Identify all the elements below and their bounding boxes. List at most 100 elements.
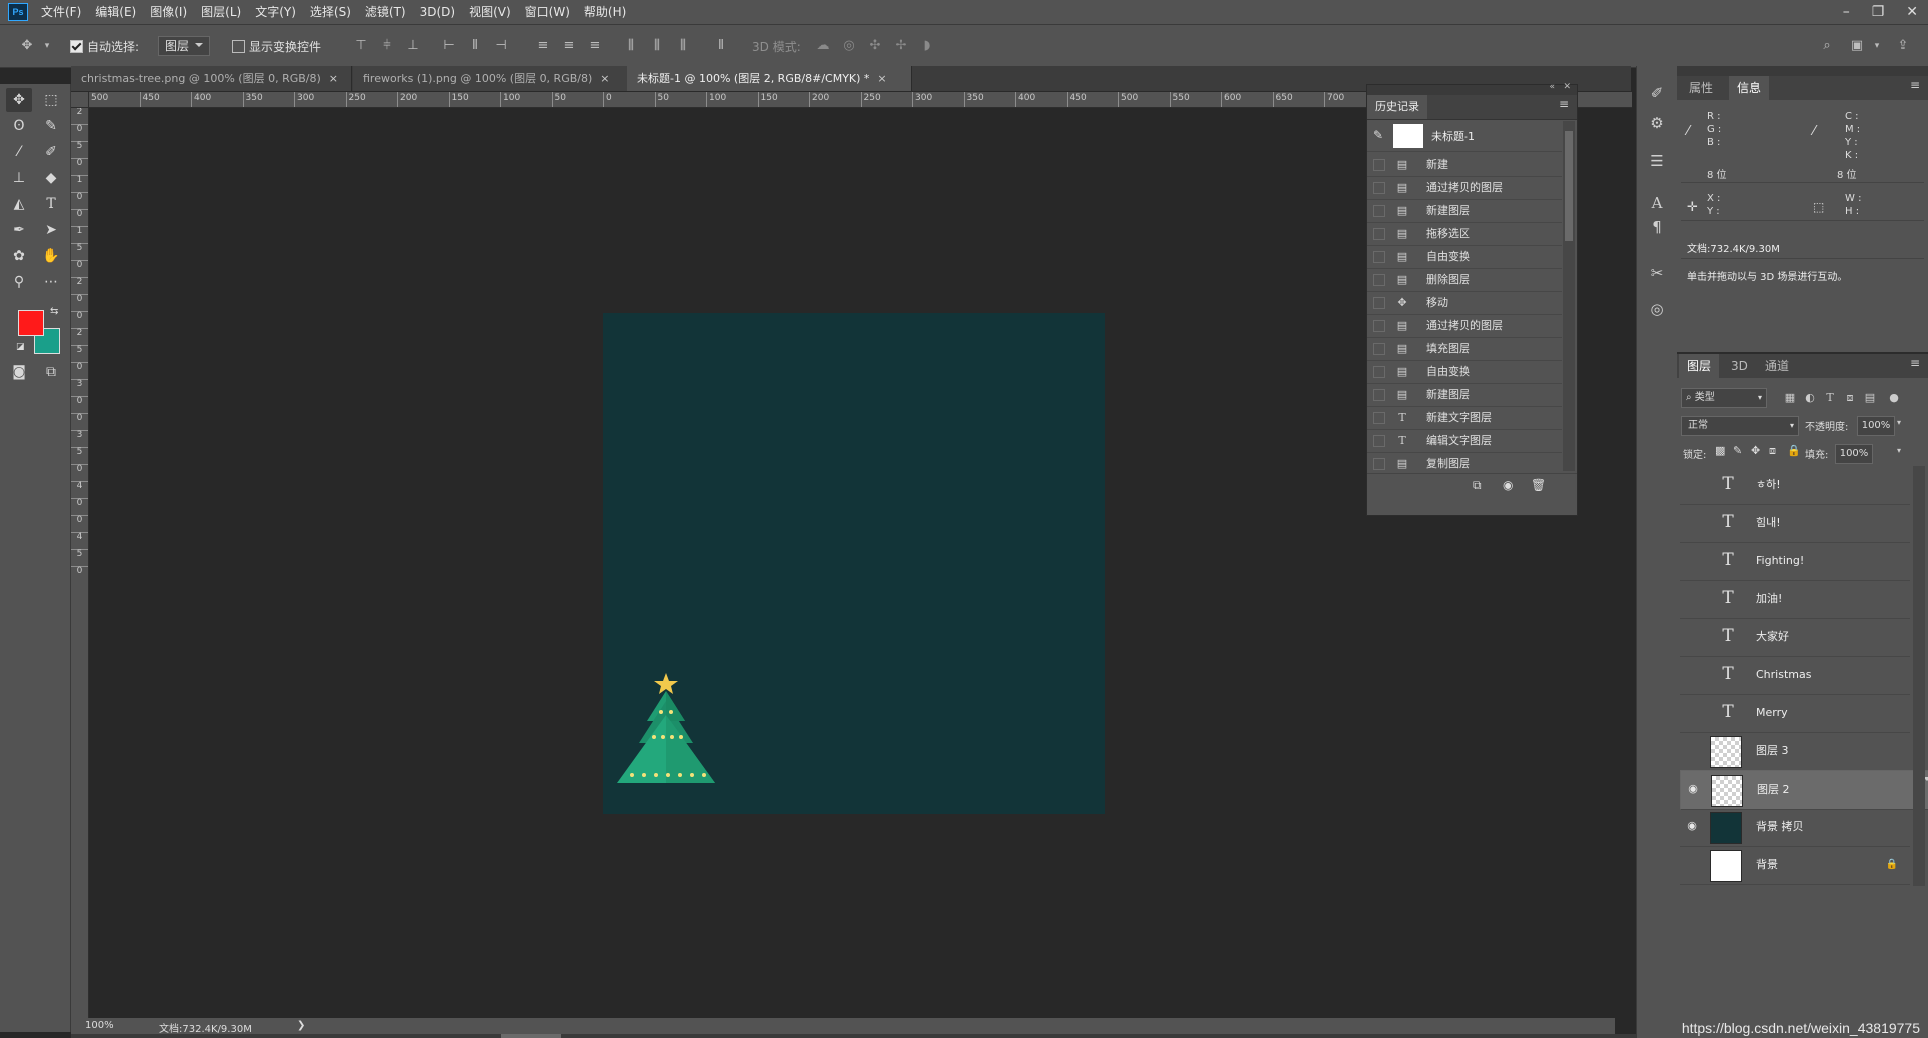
share-icon[interactable]: ⇪	[1894, 37, 1912, 55]
layer-name[interactable]: Christmas	[1756, 656, 1811, 694]
history-item[interactable]: T 新建文字图层	[1367, 406, 1562, 430]
align-top-icon[interactable]: ⊤	[352, 37, 370, 55]
scrollbar-thumb[interactable]	[1565, 131, 1573, 241]
blend-mode-select[interactable]: 正常 ▾	[1681, 416, 1799, 436]
checkbox-checked-icon[interactable]	[70, 39, 83, 53]
history-item[interactable]: ▤ 通过拷贝的图层	[1367, 176, 1562, 200]
menu-view[interactable]: 视图(V)	[462, 0, 518, 24]
workspace-dropdown-icon[interactable]: ▾	[1868, 37, 1886, 55]
layer-row[interactable]: 背景 🔒	[1680, 846, 1910, 885]
tab-channels[interactable]: 通道	[1757, 354, 1797, 378]
history-source-checkbox[interactable]	[1373, 228, 1385, 240]
visibility-eye-icon[interactable]	[1686, 517, 1698, 527]
move-tool-icon[interactable]: ✥	[18, 37, 36, 55]
fill-input[interactable]: 100%	[1835, 444, 1873, 464]
menu-file[interactable]: 文件(F)	[34, 0, 88, 24]
close-panel-icon[interactable]: ✕	[1563, 82, 1571, 92]
tool-preset-dropdown-icon[interactable]: ▾	[38, 37, 56, 55]
3d-slide-icon[interactable]: ✢	[892, 37, 910, 55]
type-tool-icon[interactable]: T	[38, 192, 64, 216]
swap-colors-icon[interactable]: ⇆	[50, 306, 58, 317]
stamp-tool-icon[interactable]: ⊥	[6, 166, 32, 190]
visibility-eye-icon[interactable]	[1686, 745, 1698, 755]
panel-menu-icon[interactable]: ≡	[1559, 97, 1569, 111]
close-tab-icon[interactable]: ×	[600, 72, 609, 85]
menu-image[interactable]: 图像(I)	[143, 0, 194, 24]
tab-history[interactable]: 历史记录	[1367, 95, 1427, 119]
layer-row[interactable]: ◉ 背景 拷贝	[1680, 808, 1910, 847]
history-item[interactable]: ✥ 移动	[1367, 291, 1562, 315]
history-source-checkbox[interactable]	[1373, 435, 1385, 447]
auto-select-target-select[interactable]: 图层	[158, 36, 211, 56]
history-source-checkbox[interactable]	[1373, 389, 1385, 401]
history-item[interactable]: ▤ 删除图层	[1367, 268, 1562, 292]
history-item[interactable]: ▤ 新建图层	[1367, 199, 1562, 223]
filter-adjustment-icon[interactable]: ◐	[1801, 390, 1819, 406]
filter-smart-object-icon[interactable]: ▤	[1861, 390, 1879, 406]
opacity-input[interactable]: 100%	[1857, 416, 1895, 436]
visibility-eye-icon[interactable]: ◉	[1687, 783, 1699, 794]
tool-presets-icon[interactable]: ✂	[1645, 262, 1669, 284]
visibility-eye-icon[interactable]	[1686, 859, 1698, 869]
history-item[interactable]: ▤ 自由变换	[1367, 245, 1562, 269]
history-source-checkbox[interactable]	[1373, 343, 1385, 355]
3d-orbit-icon[interactable]: ☁	[814, 37, 832, 55]
paragraph-icon[interactable]: ¶	[1645, 216, 1669, 238]
filter-shape-icon[interactable]: ⧈	[1841, 390, 1859, 406]
history-source-checkbox[interactable]	[1373, 297, 1385, 309]
layer-name[interactable]: 图层 3	[1756, 732, 1789, 770]
layer-row[interactable]: T 힘내!	[1680, 504, 1910, 543]
close-window-button[interactable]: ✕	[1906, 4, 1918, 20]
layer-row[interactable]: T Christmas	[1680, 656, 1910, 695]
history-source-checkbox[interactable]	[1373, 205, 1385, 217]
status-menu-arrow-icon[interactable]: ❯	[297, 1020, 305, 1031]
zoom-level[interactable]: 100%	[85, 1020, 114, 1031]
default-colors-icon[interactable]: ◪	[16, 342, 25, 352]
menu-3d[interactable]: 3D(D)	[413, 0, 462, 24]
distribute-hcenter-icon[interactable]: ⫼	[648, 37, 666, 55]
visibility-eye-icon[interactable]	[1686, 669, 1698, 679]
custom-shape-tool-icon[interactable]: ✿	[6, 244, 32, 268]
distribute-bottom-icon[interactable]: ≡	[586, 37, 604, 55]
lock-artboard-icon[interactable]: ⧈	[1769, 444, 1776, 458]
history-item[interactable]: ▤ 自由变换	[1367, 360, 1562, 384]
eraser-tool-icon[interactable]: ◆	[38, 166, 64, 190]
history-item[interactable]: ▤ 新建	[1367, 153, 1562, 177]
tab-properties[interactable]: 属性	[1681, 76, 1721, 100]
visibility-eye-icon[interactable]	[1686, 555, 1698, 565]
layer-row[interactable]: T ㅎ하!	[1680, 466, 1910, 505]
character-icon[interactable]: A	[1645, 192, 1669, 214]
lasso-tool-icon[interactable]: ʘ	[6, 114, 32, 138]
distribute-top-icon[interactable]: ≡	[534, 37, 552, 55]
opacity-dropdown-icon[interactable]: ▾	[1897, 418, 1901, 427]
3d-scale-icon[interactable]: ◗	[918, 37, 936, 55]
layer-name[interactable]: 图层 2	[1757, 771, 1790, 809]
lock-pixels-icon[interactable]: ✎	[1733, 444, 1742, 457]
layer-row[interactable]: T Merry	[1680, 694, 1910, 733]
filter-type-icon[interactable]: T	[1821, 390, 1839, 406]
checkbox-unchecked-icon[interactable]	[232, 39, 245, 53]
menu-filter[interactable]: 滤镜(T)	[358, 0, 413, 24]
history-brush-icon[interactable]: ✎	[1373, 128, 1383, 142]
scrollbar-thumb[interactable]	[501, 1034, 561, 1038]
tab-3d[interactable]: 3D	[1723, 354, 1756, 378]
filter-toggle-icon[interactable]: ●	[1885, 390, 1903, 406]
history-item[interactable]: ▤ 填充图层	[1367, 337, 1562, 361]
hand-tool-icon[interactable]: ✋	[38, 244, 64, 268]
layers-scrollbar[interactable]	[1913, 466, 1925, 886]
layer-row[interactable]: 图层 3	[1680, 732, 1910, 771]
quick-mask-icon[interactable]: ◙	[6, 360, 32, 384]
path-select-tool-icon[interactable]: ➤	[38, 218, 64, 242]
tab-christmas-tree[interactable]: christmas-tree.png @ 100% (图层 0, RGB/8) ×	[71, 66, 352, 91]
show-transform-checkbox[interactable]: 显示变换控件	[232, 36, 321, 56]
history-item[interactable]: T 编辑文字图层	[1367, 429, 1562, 453]
history-source-checkbox[interactable]	[1373, 320, 1385, 332]
auto-select-checkbox[interactable]: 自动选择:	[70, 36, 139, 56]
layer-filter-select[interactable]: ⌕ 类型 ▾	[1681, 388, 1767, 408]
history-source-checkbox[interactable]	[1373, 412, 1385, 424]
history-source-checkbox[interactable]	[1373, 274, 1385, 286]
layer-name[interactable]: 加油!	[1756, 580, 1782, 618]
restore-button[interactable]: ❐	[1872, 4, 1885, 20]
history-source-checkbox[interactable]	[1373, 366, 1385, 378]
layer-row[interactable]: T 大家好	[1680, 618, 1910, 657]
